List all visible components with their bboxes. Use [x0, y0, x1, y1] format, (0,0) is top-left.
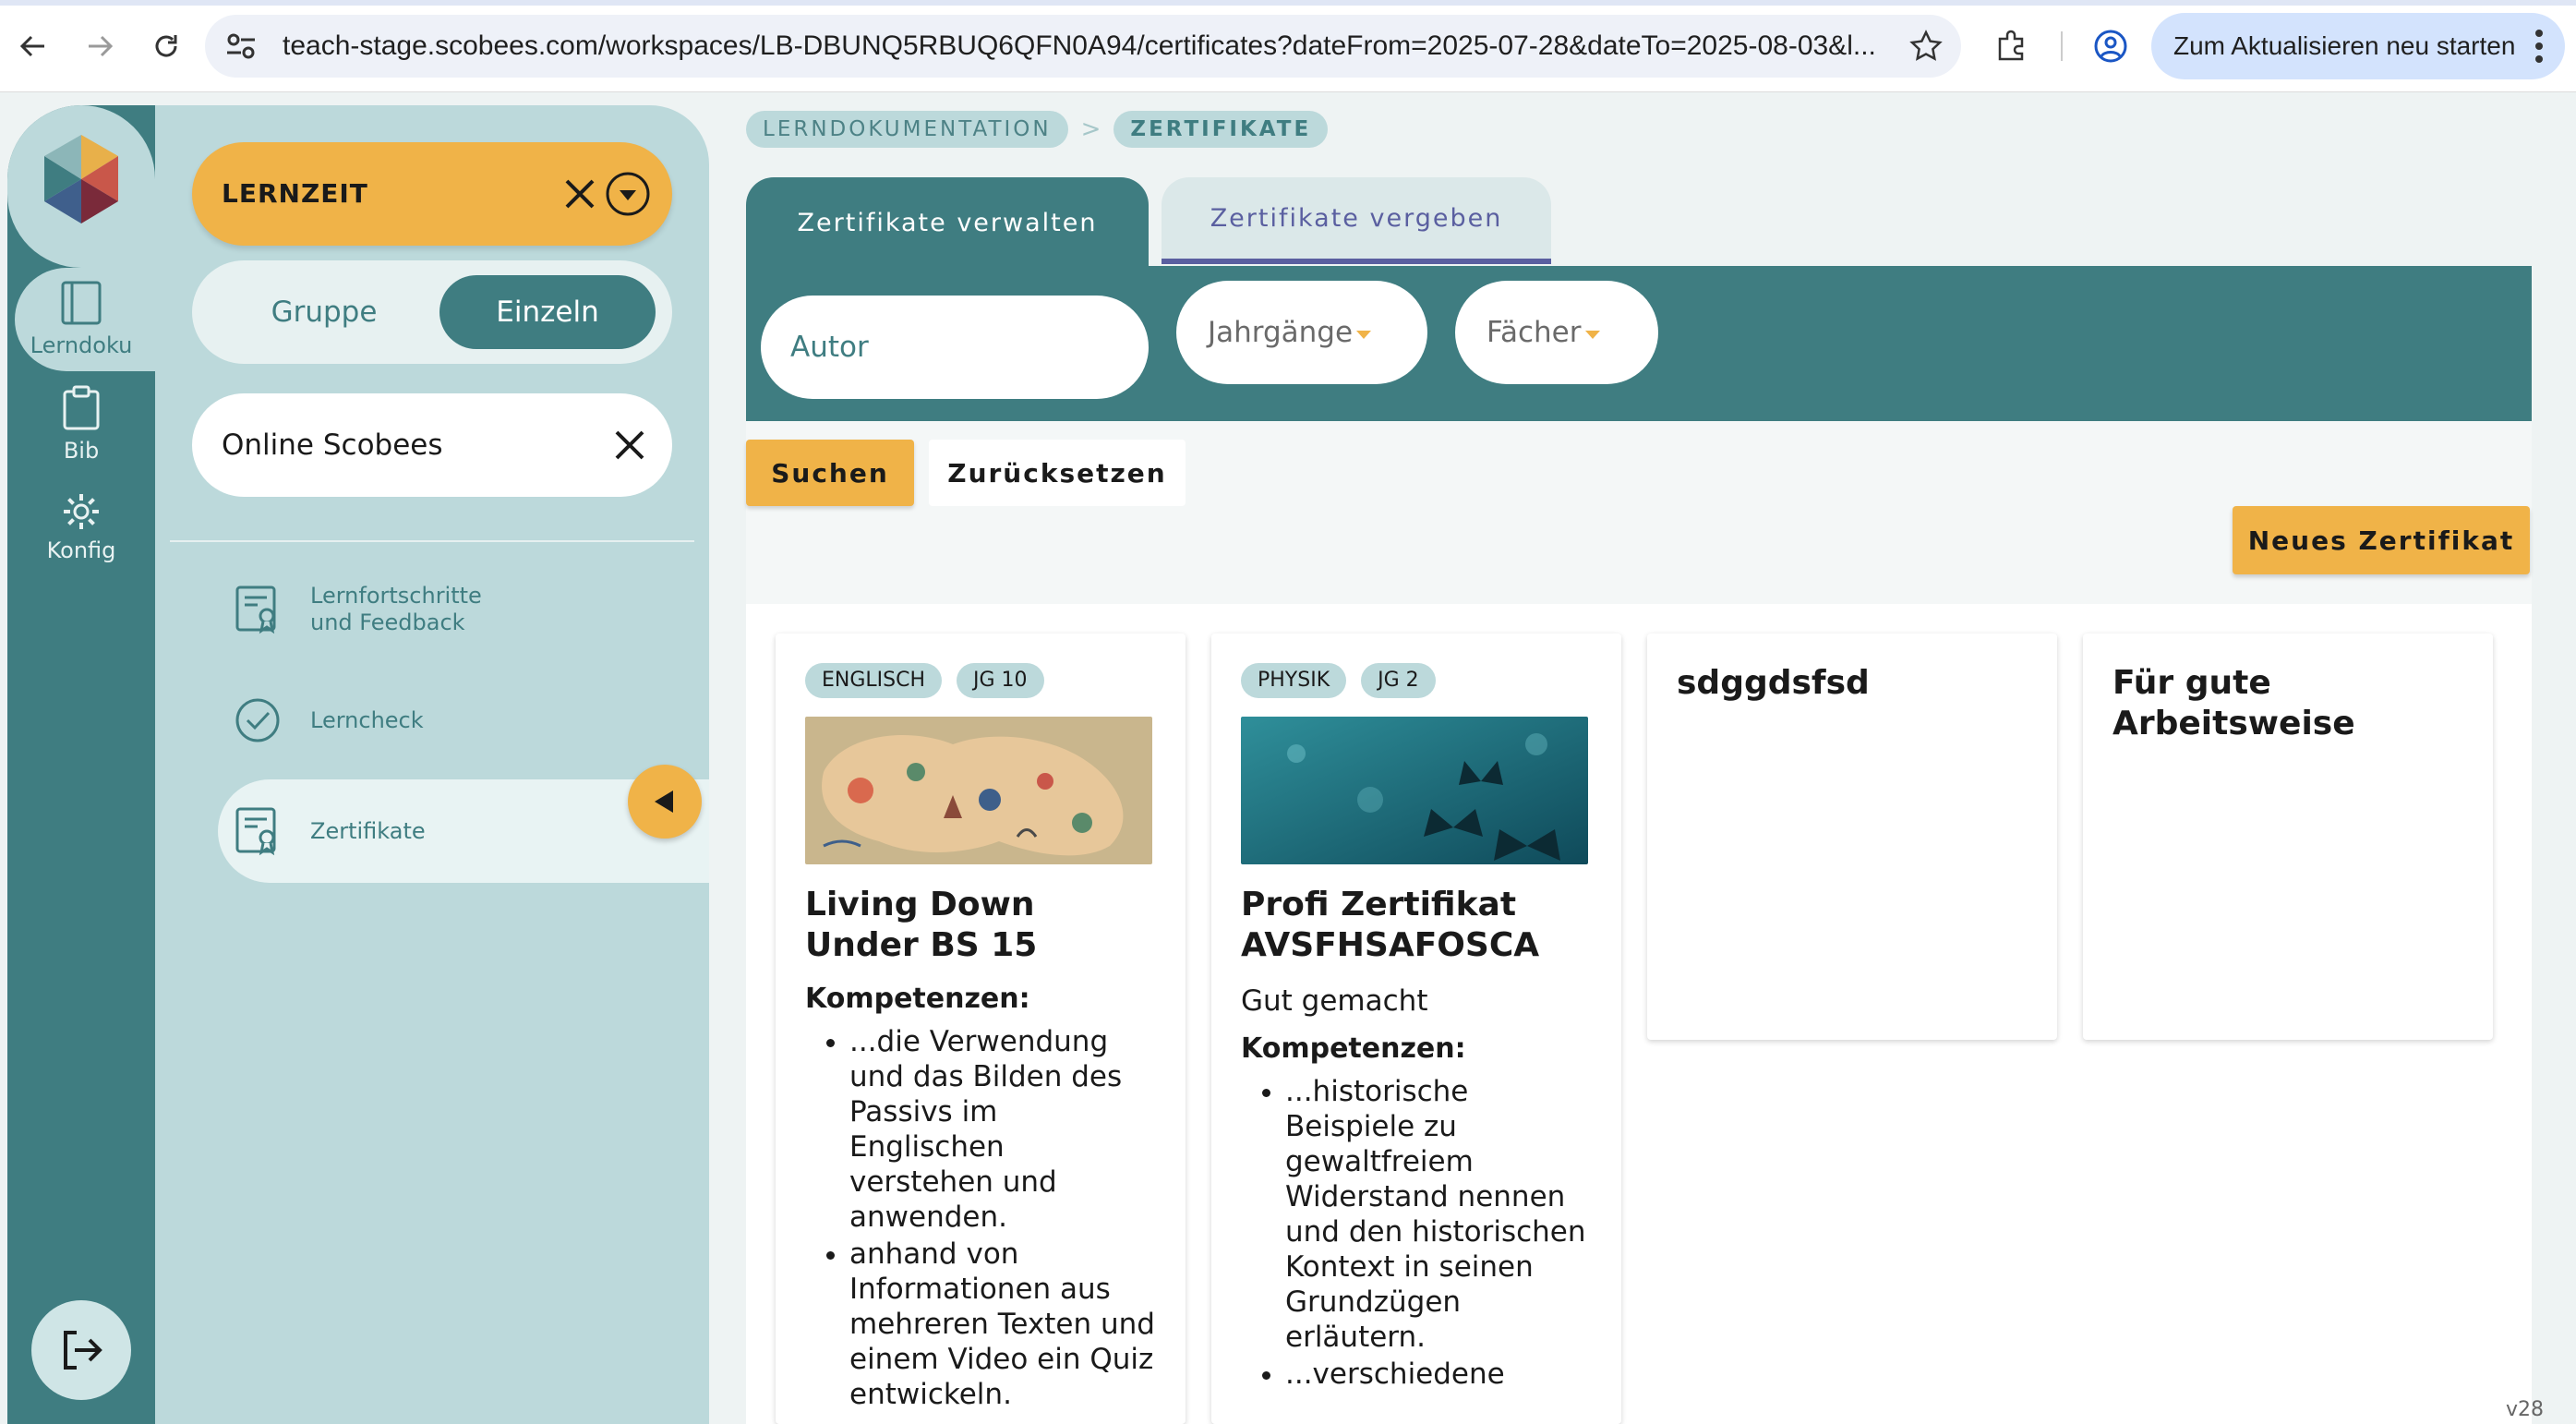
- menu-item-lernfortschritte[interactable]: Lernfortschritte und Feedback: [218, 573, 709, 646]
- competency-item: ...die Verwendung und das Bilden des Pas…: [849, 1024, 1156, 1235]
- certificate-card[interactable]: PHYSIK JG 2 Profi Zertifikat AVSFHSAFOSC…: [1211, 634, 1621, 1424]
- certificate-title: sdggdsfsd: [1677, 664, 1870, 702]
- reset-button[interactable]: Zurücksetzen: [929, 440, 1186, 506]
- certificate-card[interactable]: Für gute Arbeitsweise: [2083, 634, 2493, 1040]
- profile-button[interactable]: [2085, 20, 2137, 72]
- reload-icon: [155, 35, 177, 57]
- clipboard-icon: [63, 385, 100, 430]
- account-icon: [2094, 30, 2127, 63]
- close-icon[interactable]: [556, 170, 604, 218]
- certificate-icon: [218, 806, 310, 856]
- breadcrumb-current: ZERTIFIKATE: [1113, 111, 1329, 148]
- scobees-logo: [44, 135, 118, 223]
- arrow-right-icon: [89, 35, 114, 57]
- certificate-subtitle: Gut gemacht: [1241, 984, 1428, 1018]
- new-certificate-button[interactable]: Neues Zertifikat: [2233, 506, 2530, 574]
- rail-label: Konfig: [46, 537, 116, 563]
- school-selector[interactable]: Online Scobees: [192, 393, 672, 497]
- grades-dropdown[interactable]: Jahrgänge: [1176, 281, 1427, 384]
- forward-button[interactable]: [74, 20, 126, 72]
- certificate-card[interactable]: ENGLISCH JG 10 Living Down Under BS 15 K…: [776, 634, 1186, 1424]
- restart-label: Zum Aktualisieren neu starten: [2173, 31, 2516, 60]
- reload-button[interactable]: [140, 20, 192, 72]
- tab-zertifikate-vergeben[interactable]: Zertifikate vergeben: [1162, 177, 1551, 264]
- triangle-left-icon: [655, 790, 673, 813]
- url-text: teach-stage.scobees.com/workspaces/LB-DB…: [283, 30, 1876, 61]
- tab-zertifikate-verwalten[interactable]: Zertifikate verwalten: [746, 177, 1149, 268]
- close-icon[interactable]: [609, 425, 650, 465]
- check-circle-icon: [218, 697, 310, 743]
- menu-label: Lerncheck: [310, 706, 424, 733]
- rail-item-lerndoku[interactable]: Lerndoku: [15, 279, 148, 358]
- toggle-einzeln[interactable]: Einzeln: [439, 275, 656, 349]
- puzzle-icon: [1998, 30, 2024, 61]
- competency-list: ...die Verwendung und das Bilden des Pas…: [805, 1024, 1156, 1412]
- competencies-label: Kompetenzen:: [1241, 1032, 1466, 1065]
- competency-item: anhand von Informationen aus mehreren Te…: [849, 1237, 1156, 1412]
- star-icon[interactable]: [1909, 30, 1943, 63]
- logout-button[interactable]: [31, 1300, 131, 1400]
- grade-tag: JG 2: [1361, 663, 1436, 698]
- school-name: Online Scobees: [222, 428, 443, 462]
- logout-icon: [64, 1331, 102, 1370]
- rail-label: Bib: [63, 438, 100, 464]
- lernzeit-selector[interactable]: LERNZEIT: [192, 142, 672, 246]
- panel-divider: [170, 540, 694, 542]
- toolbar-divider: [2061, 31, 2063, 61]
- certificate-card[interactable]: sdggdsfsd: [1647, 634, 2057, 1040]
- grade-tag: JG 10: [957, 663, 1044, 698]
- subjects-dropdown[interactable]: Fächer: [1455, 281, 1658, 384]
- competency-item: ...verschiedene: [1285, 1357, 1592, 1392]
- address-bar[interactable]: teach-stage.scobees.com/workspaces/LB-DB…: [205, 15, 1961, 78]
- rail-label: Lerndoku: [30, 332, 133, 358]
- competencies-label: Kompetenzen:: [805, 983, 1030, 1015]
- menu-label: Zertifikate: [310, 817, 426, 844]
- restart-update-button[interactable]: Zum Aktualisieren neu starten: [2151, 13, 2565, 79]
- tab-strip-edge: [0, 0, 2576, 6]
- menu-item-lerncheck[interactable]: Lerncheck: [218, 683, 709, 757]
- australia-map-image: [805, 717, 1152, 864]
- caret-down-icon: [1584, 330, 1600, 339]
- rail-item-bib[interactable]: Bib: [15, 384, 148, 464]
- rail-item-konfig[interactable]: Konfig: [15, 491, 148, 563]
- breadcrumb-parent[interactable]: LERNDOKUMENTATION: [746, 111, 1068, 148]
- certificate-title: Profi Zertifikat AVSFHSAFOSCA: [1241, 886, 1540, 964]
- subject-tag: ENGLISCH: [805, 663, 943, 698]
- site-settings-icon[interactable]: [225, 31, 257, 61]
- arrow-left-icon: [19, 35, 44, 57]
- version-label: v28: [2506, 1398, 2545, 1421]
- book-icon: [61, 281, 102, 325]
- logo-area: [7, 105, 155, 268]
- competency-list: ...historische Beispiele zu gewaltfreiem…: [1241, 1074, 1592, 1392]
- author-placeholder: Autor: [790, 331, 869, 364]
- grades-label: Jahrgänge: [1208, 316, 1354, 349]
- butterflies-image: [1241, 717, 1588, 864]
- subject-tag: PHYSIK: [1241, 663, 1347, 698]
- breadcrumb-separator: >: [1080, 115, 1101, 143]
- lernzeit-label: LERNZEIT: [222, 178, 368, 209]
- certificate-icon: [218, 585, 310, 634]
- caret-down-icon: [1356, 330, 1372, 339]
- toggle-gruppe[interactable]: Gruppe: [229, 275, 419, 349]
- back-button[interactable]: [7, 20, 59, 72]
- certificate-title: Für gute Arbeitsweise: [2113, 664, 2355, 742]
- chevron-down-icon[interactable]: [602, 168, 654, 220]
- collapse-panel-button[interactable]: [628, 765, 702, 839]
- more-vert-icon[interactable]: [2534, 28, 2545, 65]
- author-input[interactable]: Autor: [761, 296, 1149, 399]
- browser-toolbar: teach-stage.scobees.com/workspaces/LB-DB…: [0, 0, 2576, 92]
- gear-icon: [64, 494, 99, 529]
- certificate-title: Living Down Under BS 15: [805, 886, 1038, 964]
- competency-item: ...historische Beispiele zu gewaltfreiem…: [1285, 1074, 1592, 1355]
- search-button[interactable]: Suchen: [746, 440, 914, 506]
- subjects-label: Fächer: [1487, 316, 1582, 349]
- menu-label: Lernfortschritte und Feedback: [310, 583, 482, 635]
- extensions-button[interactable]: [1985, 20, 2037, 72]
- breadcrumb: LERNDOKUMENTATION > ZERTIFIKATE: [746, 111, 1329, 148]
- group-single-toggle: Gruppe Einzeln: [192, 260, 672, 364]
